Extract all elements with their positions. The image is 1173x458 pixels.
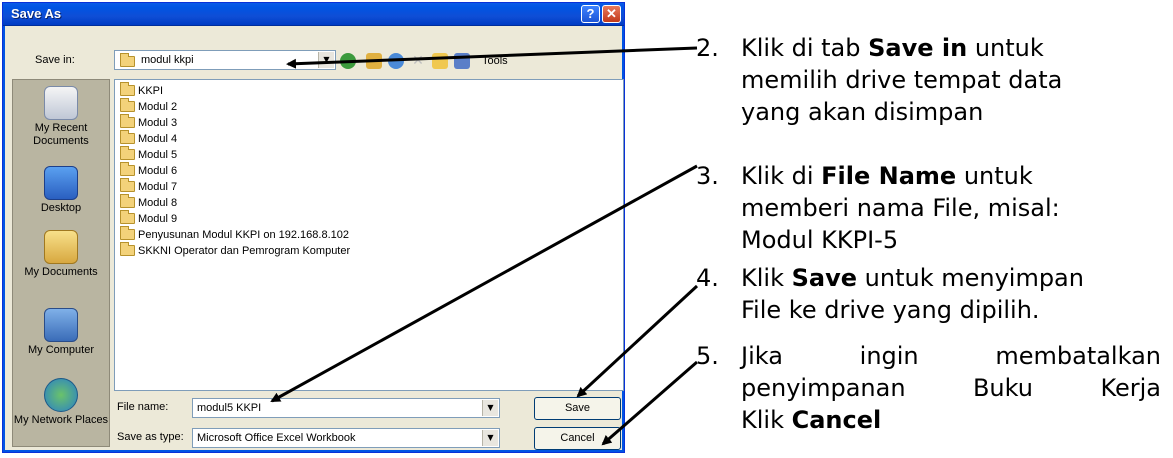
arrow-cancel — [601, 360, 698, 446]
arrow-file-name — [270, 164, 698, 403]
annotation-arrows — [270, 46, 699, 446]
arrow-save-in — [286, 46, 698, 69]
